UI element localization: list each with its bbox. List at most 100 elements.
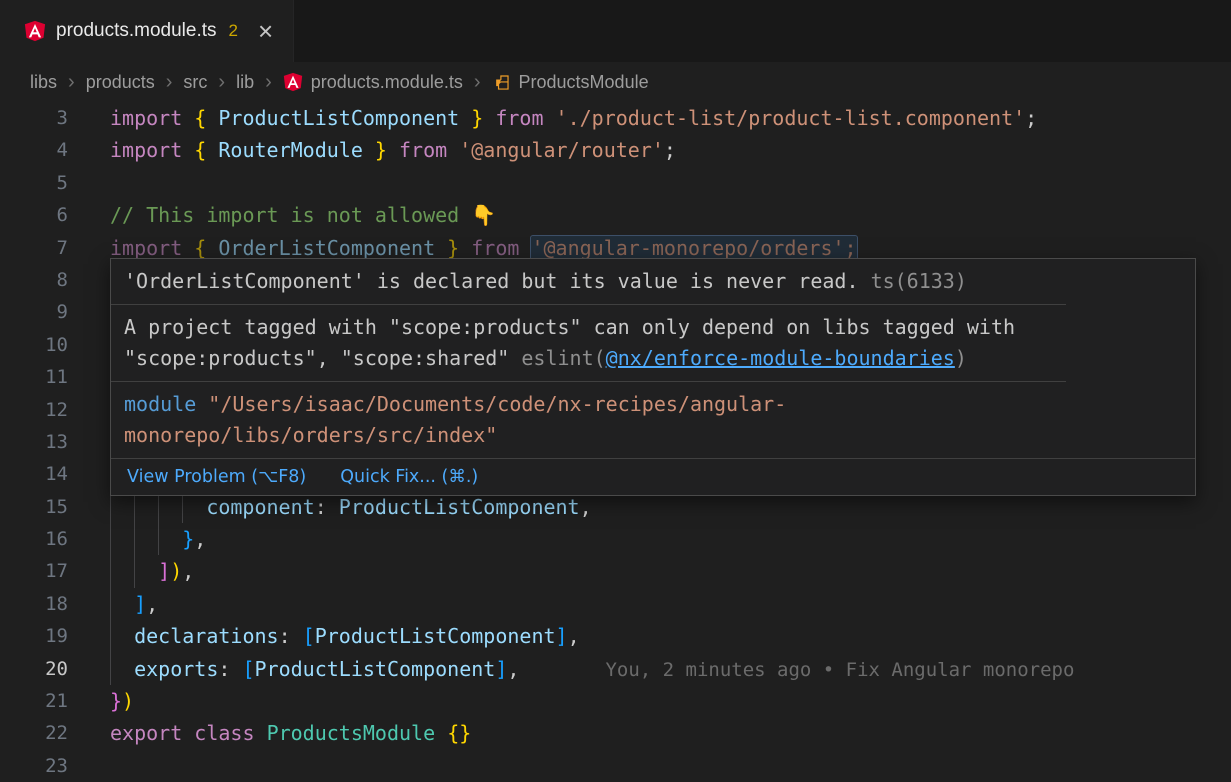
code-token (182, 721, 194, 745)
code-line-6[interactable]: 6 // This import is not allowed 👇 (0, 199, 1231, 231)
code-token: ; (1025, 106, 1037, 130)
code-token: '@angular-monorepo/orders'; (531, 236, 856, 260)
code-token: , (568, 624, 580, 648)
code-token: import (110, 236, 182, 260)
tab-title: products.module.ts (56, 20, 217, 42)
code-token: {} (447, 721, 471, 745)
code-line-18[interactable]: 18], (0, 588, 1231, 620)
code-token: export (110, 721, 182, 745)
code-token: : (315, 495, 339, 519)
code-token: ProductListComponent (315, 624, 556, 648)
line-number: 17 (0, 555, 68, 587)
breadcrumb-separator-icon: › (265, 71, 272, 94)
code-line-19[interactable]: 19declarations: [ProductListComponent], (0, 620, 1231, 652)
tab-problems-badge: 2 (227, 21, 238, 41)
indent-guide (110, 523, 134, 555)
unused-import-squiggle: import { OrderListComponent } from '@ang… (110, 236, 857, 260)
code-token (544, 106, 556, 130)
line-number: 7 (0, 232, 68, 264)
eslint-source-prefix: eslint( (521, 346, 605, 370)
breadcrumb-item-libs[interactable]: libs (30, 72, 57, 93)
code-token: ] (158, 559, 170, 583)
code-line-3[interactable]: 3import { ProductListComponent } from '.… (0, 102, 1231, 134)
line-content: import { ProductListComponent } from './… (68, 102, 1231, 134)
code-token: ] (134, 592, 146, 616)
tab-products-module[interactable]: products.module.ts 2 × (0, 0, 294, 62)
eslint-source-suffix: ) (955, 346, 967, 370)
line-number: 14 (0, 458, 68, 490)
code-token: from (471, 236, 519, 260)
breadcrumb-separator-icon: › (68, 71, 75, 94)
code-token: , (146, 592, 158, 616)
hover-eslint-diagnostic: A project tagged with "scope:products" c… (111, 304, 1066, 381)
breadcrumb-item-productsmodule[interactable]: ProductsModule (492, 72, 649, 93)
indent-guide (110, 653, 134, 685)
line-content: declarations: [ProductListComponent], (68, 620, 1231, 652)
ts-diagnostic-message: 'OrderListComponent' is declared but its… (124, 269, 859, 293)
module-path-string: "/Users/isaac/Documents/code/nx-recipes/… (124, 392, 786, 447)
line-content: }, (68, 523, 1231, 555)
ts-diagnostic-code: ts(6133) (871, 269, 967, 293)
view-problem-action[interactable]: View Problem (⌥F8) (127, 466, 306, 488)
line-number: 9 (0, 296, 68, 328)
line-content: // This import is not allowed 👇 (68, 199, 1231, 231)
indent-guide (134, 523, 158, 555)
code-token: } (110, 689, 122, 713)
code-token: declarations (134, 624, 279, 648)
code-token: ] (556, 624, 568, 648)
line-number: 13 (0, 426, 68, 458)
code-line-22[interactable]: 22export class ProductsModule {} (0, 717, 1231, 749)
line-number: 12 (0, 394, 68, 426)
code-line-23[interactable]: 23 (0, 750, 1231, 782)
line-number: 8 (0, 264, 68, 296)
code-token: exports (134, 657, 218, 681)
breadcrumb-item-products[interactable]: products (86, 72, 155, 93)
close-icon[interactable]: × (258, 18, 273, 44)
code-token: ProductListComponent (218, 106, 459, 130)
breadcrumb-item-lib[interactable]: lib (236, 72, 254, 93)
breadcrumb-label: lib (236, 72, 254, 93)
code-token: './product-list/product-list.component' (556, 106, 1026, 130)
code-token: , (507, 657, 519, 681)
module-keyword: module (124, 392, 196, 416)
code-token: from (399, 138, 447, 162)
line-content: exports: [ProductListComponent],You, 2 m… (68, 653, 1231, 685)
line-number: 4 (0, 134, 68, 166)
code-token (435, 721, 447, 745)
line-number: 19 (0, 620, 68, 652)
git-blame-annotation: You, 2 minutes ago • Fix Angular monorep… (519, 659, 1074, 681)
breadcrumb-label: products (86, 72, 155, 93)
code-token: ] (495, 657, 507, 681)
quick-fix-action[interactable]: Quick Fix... (⌘.) (340, 466, 478, 488)
code-token: ProductsModule (267, 721, 436, 745)
line-number: 5 (0, 167, 68, 199)
code-token: , (580, 495, 592, 519)
code-line-16[interactable]: 16}, (0, 523, 1231, 555)
code-line-21[interactable]: 21}) (0, 685, 1231, 717)
breadcrumb-label: products.module.ts (311, 72, 463, 93)
code-token (255, 721, 267, 745)
code-token: RouterModule (218, 138, 363, 162)
code-token: ProductListComponent (255, 657, 496, 681)
line-number: 6 (0, 199, 68, 231)
code-token: // This import is not allowed 👇 (110, 203, 496, 227)
code-line-4[interactable]: 4import { RouterModule } from '@angular/… (0, 134, 1231, 166)
code-token: } (182, 527, 194, 551)
editor[interactable]: 3import { ProductListComponent } from '.… (0, 102, 1231, 780)
breadcrumb-item-products-module-ts[interactable]: products.module.ts (283, 72, 463, 93)
code-line-5[interactable]: 5 (0, 167, 1231, 199)
breadcrumb-separator-icon: › (474, 71, 481, 94)
breadcrumb-item-src[interactable]: src (183, 72, 207, 93)
breadcrumb-separator-icon: › (218, 71, 225, 94)
line-content (68, 750, 1231, 782)
code-token: { (182, 106, 218, 130)
code-line-20[interactable]: 20exports: [ProductListComponent],You, 2… (0, 653, 1231, 685)
line-number: 3 (0, 102, 68, 134)
code-token: OrderListComponent (218, 236, 435, 260)
eslint-rule-link[interactable]: @nx/enforce-module-boundaries (606, 346, 955, 370)
code-token (519, 236, 531, 260)
line-number: 23 (0, 750, 68, 782)
breadcrumb-label: libs (30, 72, 57, 93)
code-token: , (194, 527, 206, 551)
code-line-17[interactable]: 17]), (0, 555, 1231, 587)
